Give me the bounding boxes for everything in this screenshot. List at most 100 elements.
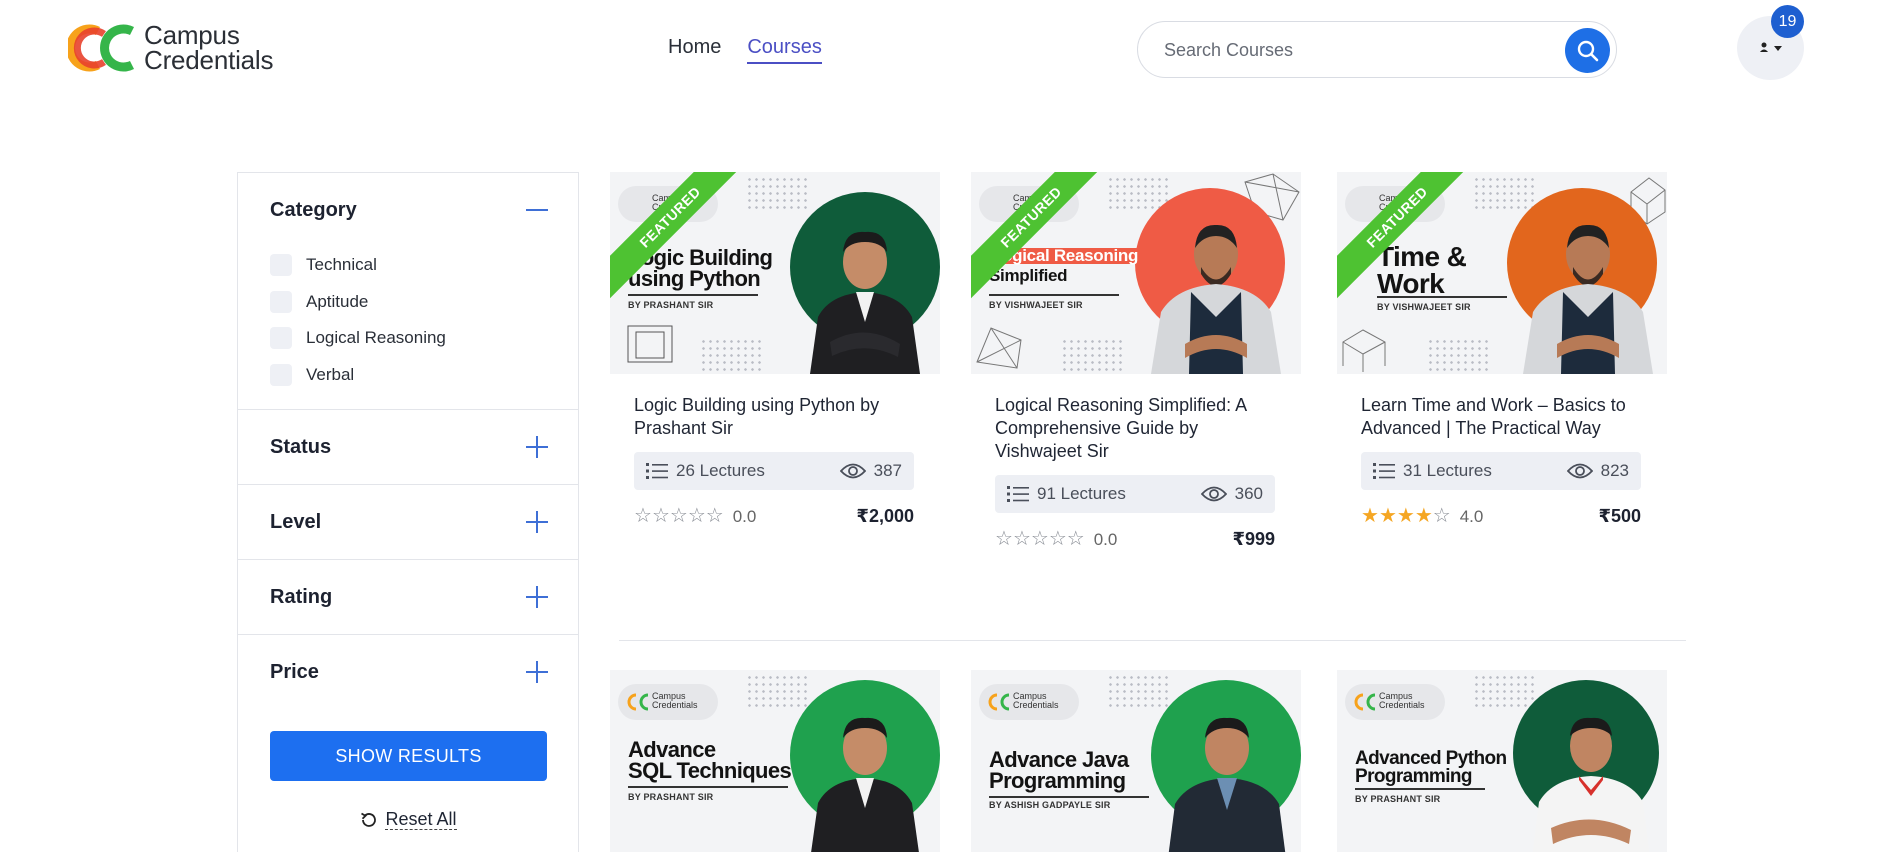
course-card[interactable]: Campus Credentials Advanced Python Program… (1337, 670, 1667, 852)
star-empty-icon: ☆ (1048, 528, 1067, 550)
reset-icon (361, 812, 377, 827)
search-button[interactable] (1565, 28, 1610, 73)
user-icon (1759, 42, 1782, 52)
category-option-aptitude[interactable]: Aptitude (270, 284, 578, 321)
featured-ribbon: FEATURED (610, 172, 740, 299)
filter-price-header[interactable]: Price (238, 635, 578, 709)
thumb-title-line2: SQL Techniques (628, 757, 792, 783)
checkbox[interactable] (270, 254, 292, 277)
category-option-logical-reasoning[interactable]: Logical Reasoning (270, 320, 578, 357)
thumb-logo-line2: Credentials (1379, 700, 1425, 710)
logo-mark-icon (66, 22, 140, 74)
course-thumbnail[interactable]: CampusCredentials Logic Buildingusing Py… (610, 172, 940, 374)
star-empty-icon: ☆ (669, 505, 688, 527)
reset-all-button[interactable]: Reset All (238, 809, 578, 830)
filter-level-header[interactable]: Level (238, 485, 578, 559)
filter-level-title: Level (270, 510, 322, 533)
search-bar (1137, 21, 1617, 78)
course-thumbnail[interactable]: Campus Credentials Advanced Python Program… (1337, 670, 1667, 852)
category-option-technical[interactable]: Technical (270, 247, 578, 284)
category-option-label: Logical Reasoning (306, 328, 446, 348)
filter-rating-header[interactable]: Rating (238, 560, 578, 634)
course-footer: ☆☆☆☆☆ 0.0 ₹999 (995, 529, 1275, 550)
eye-icon (1566, 463, 1593, 479)
star-empty-icon: ☆ (1030, 528, 1049, 550)
chevron-down-icon (1773, 46, 1782, 51)
instructor-photo (1523, 224, 1653, 374)
row-divider (619, 640, 1686, 641)
featured-ribbon: FEATURED (1337, 172, 1467, 299)
rating-value: 0.0 (1093, 529, 1118, 549)
course-card[interactable]: CampusCredentials Logic Buildingusing Py… (610, 172, 940, 527)
rating-value: 4.0 (1459, 506, 1484, 526)
eye-icon (1200, 486, 1227, 502)
thumb-instructor: BY ASHISH GADPAYLE SIR (989, 800, 1111, 810)
thumb-logo-line2: Credentials (652, 700, 698, 710)
star-empty-icon: ☆ (1066, 528, 1085, 550)
logo-text-line2: Credentials (144, 45, 274, 75)
site-logo[interactable]: Campus Credentials (66, 22, 274, 75)
eye-icon (839, 463, 866, 479)
course-card[interactable]: Campus Credentials Advance SQL Techniques … (610, 670, 940, 852)
course-title[interactable]: Logical Reasoning Simplified: A Comprehe… (995, 394, 1277, 463)
nav-home[interactable]: Home (668, 36, 721, 64)
campus-logo-icon (626, 692, 652, 712)
campus-logo-icon (987, 692, 1013, 712)
course-title[interactable]: Logic Building using Python by Prashant … (634, 394, 916, 440)
expand-plus-icon[interactable] (526, 511, 548, 533)
course-stats: 31 Lectures 823 (1361, 452, 1641, 490)
filter-rating: Rating (238, 560, 578, 635)
rating-value: 0.0 (732, 506, 757, 526)
filter-price: Price (238, 635, 578, 709)
course-footer: ☆☆☆☆☆ 0.0 ₹2,000 (634, 506, 914, 527)
filter-category: Category Technical Aptitude Logical Reas… (238, 173, 578, 410)
star-empty-icon: ☆ (651, 505, 670, 527)
course-thumbnail[interactable]: CampusCredentials Time &Work BY VISHWAJE… (1337, 172, 1667, 374)
course-title[interactable]: Learn Time and Work – Basics to Advanced… (1361, 394, 1643, 440)
search-input[interactable] (1164, 36, 1534, 64)
expand-plus-icon[interactable] (526, 436, 548, 458)
collapse-minus-icon[interactable] (526, 199, 548, 221)
course-thumbnail[interactable]: Campus Credentials Advance SQL Techniques … (610, 670, 940, 852)
course-stats: 26 Lectures 387 (634, 452, 914, 490)
view-count: 360 (1234, 484, 1263, 503)
notification-badge[interactable]: 19 (1771, 5, 1804, 38)
category-option-verbal[interactable]: Verbal (270, 357, 578, 394)
star-rating: ☆☆☆☆☆ 0.0 (634, 506, 756, 527)
filter-status-header[interactable]: Status (238, 410, 578, 484)
star-empty-icon: ☆ (1432, 505, 1451, 527)
nav-courses[interactable]: Courses (747, 36, 822, 64)
thumb-title-line2: Programming (989, 767, 1126, 793)
course-thumbnail[interactable]: CampusCredentials Logical ReasoningSimpl… (971, 172, 1301, 374)
expand-plus-icon[interactable] (526, 661, 548, 683)
filter-status-title: Status (270, 435, 332, 458)
course-card[interactable]: CampusCredentials Logical ReasoningSimpl… (971, 172, 1301, 550)
expand-plus-icon[interactable] (526, 586, 548, 608)
category-options: Technical Aptitude Logical Reasoning Ver… (238, 247, 578, 409)
checkbox[interactable] (270, 363, 292, 386)
top-header: Campus Credentials Home Courses 19 (0, 0, 1896, 100)
filter-status: Status (238, 410, 578, 485)
star-empty-icon: ☆ (1012, 528, 1031, 550)
course-card[interactable]: Campus Credentials Advance Java Programmin… (971, 670, 1301, 852)
stars-icon: ☆☆☆☆☆ (634, 506, 724, 527)
list-icon (1007, 486, 1029, 502)
thumb-logo-line2: Credentials (1013, 700, 1059, 710)
thumb-instructor: BY PRASHANT SIR (628, 792, 714, 802)
course-card[interactable]: CampusCredentials Time &Work BY VISHWAJE… (1337, 172, 1667, 527)
instructor-photo (1168, 717, 1286, 852)
view-count: 823 (1600, 461, 1629, 480)
checkbox[interactable] (270, 290, 292, 313)
lecture-count: 26 Lectures (676, 461, 765, 480)
list-icon (646, 463, 668, 479)
category-option-label: Verbal (306, 364, 355, 384)
course-thumbnail[interactable]: Campus Credentials Advance Java Programmin… (971, 670, 1301, 852)
campus-logo-icon (1353, 692, 1379, 712)
filter-category-header[interactable]: Category (238, 173, 578, 247)
filter-level: Level (238, 485, 578, 560)
course-price: ₹500 (1598, 506, 1641, 526)
star-rating: ★★★★☆ 4.0 (1361, 506, 1483, 527)
list-icon (1373, 463, 1395, 479)
show-results-button[interactable]: SHOW RESULTS (270, 731, 547, 781)
checkbox[interactable] (270, 327, 292, 350)
